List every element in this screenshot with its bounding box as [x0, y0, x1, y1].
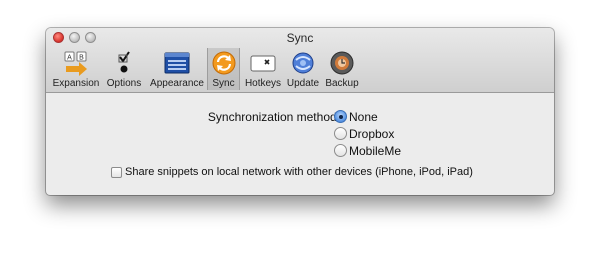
toolbar-item-backup[interactable]: Backup — [323, 48, 361, 90]
toolbar-label-options: Options — [106, 78, 142, 89]
toolbar-label-backup: Backup — [325, 78, 359, 89]
sync-arrows-icon — [212, 51, 235, 75]
toolbar-label-sync: Sync — [212, 78, 235, 89]
sync-settings-pane: Synchronization method: None Dropbox Mob… — [46, 93, 554, 195]
preferences-window: Sync A B Expansion Options Appearance Sy… — [46, 28, 554, 195]
toolbar-item-options[interactable]: Options — [104, 48, 144, 90]
share-snippets-label[interactable]: Share snippets on local network with oth… — [125, 166, 473, 178]
radio-button-mobileme[interactable] — [334, 144, 347, 157]
share-snippets-checkbox[interactable] — [111, 167, 122, 178]
toolbar-item-hotkeys[interactable]: Hotkeys — [242, 48, 284, 90]
radio-label-dropbox: Dropbox — [349, 127, 395, 141]
expansion-keys-arrow-icon: A B — [64, 51, 87, 76]
toolbar-item-appearance[interactable]: Appearance — [147, 48, 207, 90]
toolbar: Sync A B Expansion Options Appearance Sy… — [46, 28, 554, 93]
toolbar-item-expansion[interactable]: A B Expansion — [50, 48, 102, 90]
toolbar-label-hotkeys: Hotkeys — [244, 78, 282, 89]
toolbar-item-update[interactable]: Update — [285, 48, 321, 90]
toolbar-label-expansion: Expansion — [52, 78, 100, 89]
toolbar-label-appearance: Appearance — [150, 78, 204, 89]
radio-button-dropbox[interactable] — [334, 127, 347, 140]
options-checkmark-radio-icon — [118, 51, 130, 73]
radio-label-none: None — [349, 110, 378, 124]
svg-text:A: A — [67, 55, 72, 62]
update-globe-icon — [292, 52, 314, 74]
radio-label-mobileme: MobileMe — [349, 144, 402, 158]
window-title: Sync — [286, 31, 314, 45]
appearance-window-icon — [164, 52, 190, 74]
synchronization-method-label: Synchronization method: — [207, 110, 340, 124]
radio-button-none[interactable] — [334, 110, 347, 123]
svg-text:B: B — [79, 55, 84, 62]
toolbar-item-sync[interactable]: Sync — [207, 48, 240, 90]
toolbar-label-update: Update — [286, 78, 320, 89]
hotkeys-key-icon — [250, 55, 276, 72]
backup-time-machine-icon — [330, 51, 354, 75]
